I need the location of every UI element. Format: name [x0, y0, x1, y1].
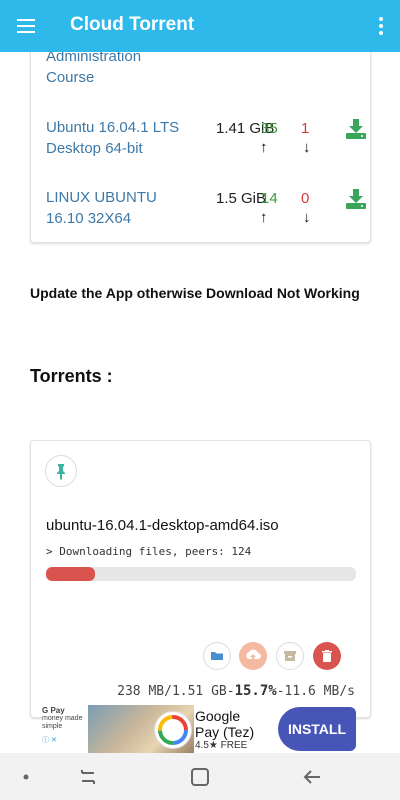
- result-seeders: 14: [261, 190, 278, 207]
- delete-button[interactable]: [313, 642, 341, 670]
- percent-complete: 15.7%: [234, 683, 277, 699]
- up-arrow-icon: ↑: [260, 139, 268, 156]
- ad-brand: G Pay money made simple ⓘ ✕: [42, 705, 92, 753]
- recent-apps-icon[interactable]: [76, 765, 100, 789]
- result-leechers: 0: [301, 190, 310, 207]
- result-name-line: Desktop 64-bit: [46, 140, 143, 157]
- result-name-line: LINUX UBUNTU: [46, 189, 157, 206]
- down-arrow-icon: ↓: [303, 209, 311, 226]
- screen: Administration Course Ubuntu 16.04.1 LTS…: [0, 0, 400, 800]
- result-name-line: Ubuntu 16.04.1 LTS: [46, 119, 180, 136]
- result-name-line: Course: [46, 69, 95, 86]
- result-size: 1.5 GiB: [216, 190, 267, 207]
- ad-rating: 4.5★ FREE: [195, 740, 248, 751]
- system-nav-bar: [0, 753, 400, 800]
- hamburger-menu-icon[interactable]: [14, 14, 40, 38]
- download-icon[interactable]: [344, 188, 368, 210]
- progress-fill: [46, 567, 95, 581]
- up-arrow-icon: ↑: [260, 209, 268, 226]
- result-leechers: 1: [301, 120, 310, 137]
- result-name-line: 16.10 32X64: [46, 210, 132, 227]
- upload-button[interactable]: [239, 642, 267, 670]
- back-icon[interactable]: [300, 765, 324, 789]
- install-button[interactable]: INSTALL: [278, 707, 356, 751]
- ad-title-line: Pay (Tez): [195, 724, 255, 740]
- dot-icon[interactable]: [14, 765, 38, 789]
- download-speed: -11.6 MB/s: [276, 684, 355, 699]
- app-title: Cloud Torrent: [70, 14, 195, 35]
- archive-button[interactable]: [276, 642, 304, 670]
- ad-title: Google Pay (Tez): [195, 708, 254, 740]
- torrents-heading: Torrents :: [30, 366, 113, 386]
- torrent-card: ubuntu-16.04.1-desktop-amd64.iso > Downl…: [30, 440, 371, 718]
- ad-title-line: Google: [195, 708, 241, 724]
- torrent-name: ubuntu-16.04.1-desktop-amd64.iso: [46, 517, 279, 534]
- more-options-icon[interactable]: [374, 14, 388, 38]
- pin-icon[interactable]: [45, 455, 77, 487]
- result-name-3[interactable]: LINUX UBUNTU 16.10 32X64: [46, 187, 157, 229]
- ad-brand-name: G Pay: [42, 706, 65, 715]
- update-notice: Update the App otherwise Download Not Wo…: [30, 285, 360, 301]
- google-pay-logo-icon: [154, 711, 192, 749]
- progress-bar: [46, 567, 356, 581]
- ad-brand-tagline: money made simple: [42, 715, 83, 730]
- ad-banner[interactable]: G Pay money made simple ⓘ ✕ Google Pay (…: [42, 705, 356, 753]
- result-name-2[interactable]: Ubuntu 16.04.1 LTS Desktop 64-bit: [46, 117, 179, 159]
- torrent-status: > Downloading files, peers: 124: [46, 545, 252, 558]
- search-results-card: Administration Course Ubuntu 16.04.1 LTS…: [30, 40, 371, 243]
- transfer-size: 238 MB/1.51 GB-: [117, 684, 235, 699]
- down-arrow-icon: ↓: [303, 139, 311, 156]
- torrent-stats: 238 MB/1.51 GB-15.7%-11.6 MB/s: [117, 683, 355, 699]
- folder-button[interactable]: [203, 642, 231, 670]
- home-icon[interactable]: [188, 765, 212, 789]
- result-name-1[interactable]: Administration Course: [46, 46, 141, 88]
- app-bar: Cloud Torrent: [0, 0, 400, 52]
- result-seeders: 35: [261, 120, 278, 137]
- download-icon[interactable]: [344, 118, 368, 140]
- ad-info-icon[interactable]: ⓘ ✕: [42, 737, 92, 745]
